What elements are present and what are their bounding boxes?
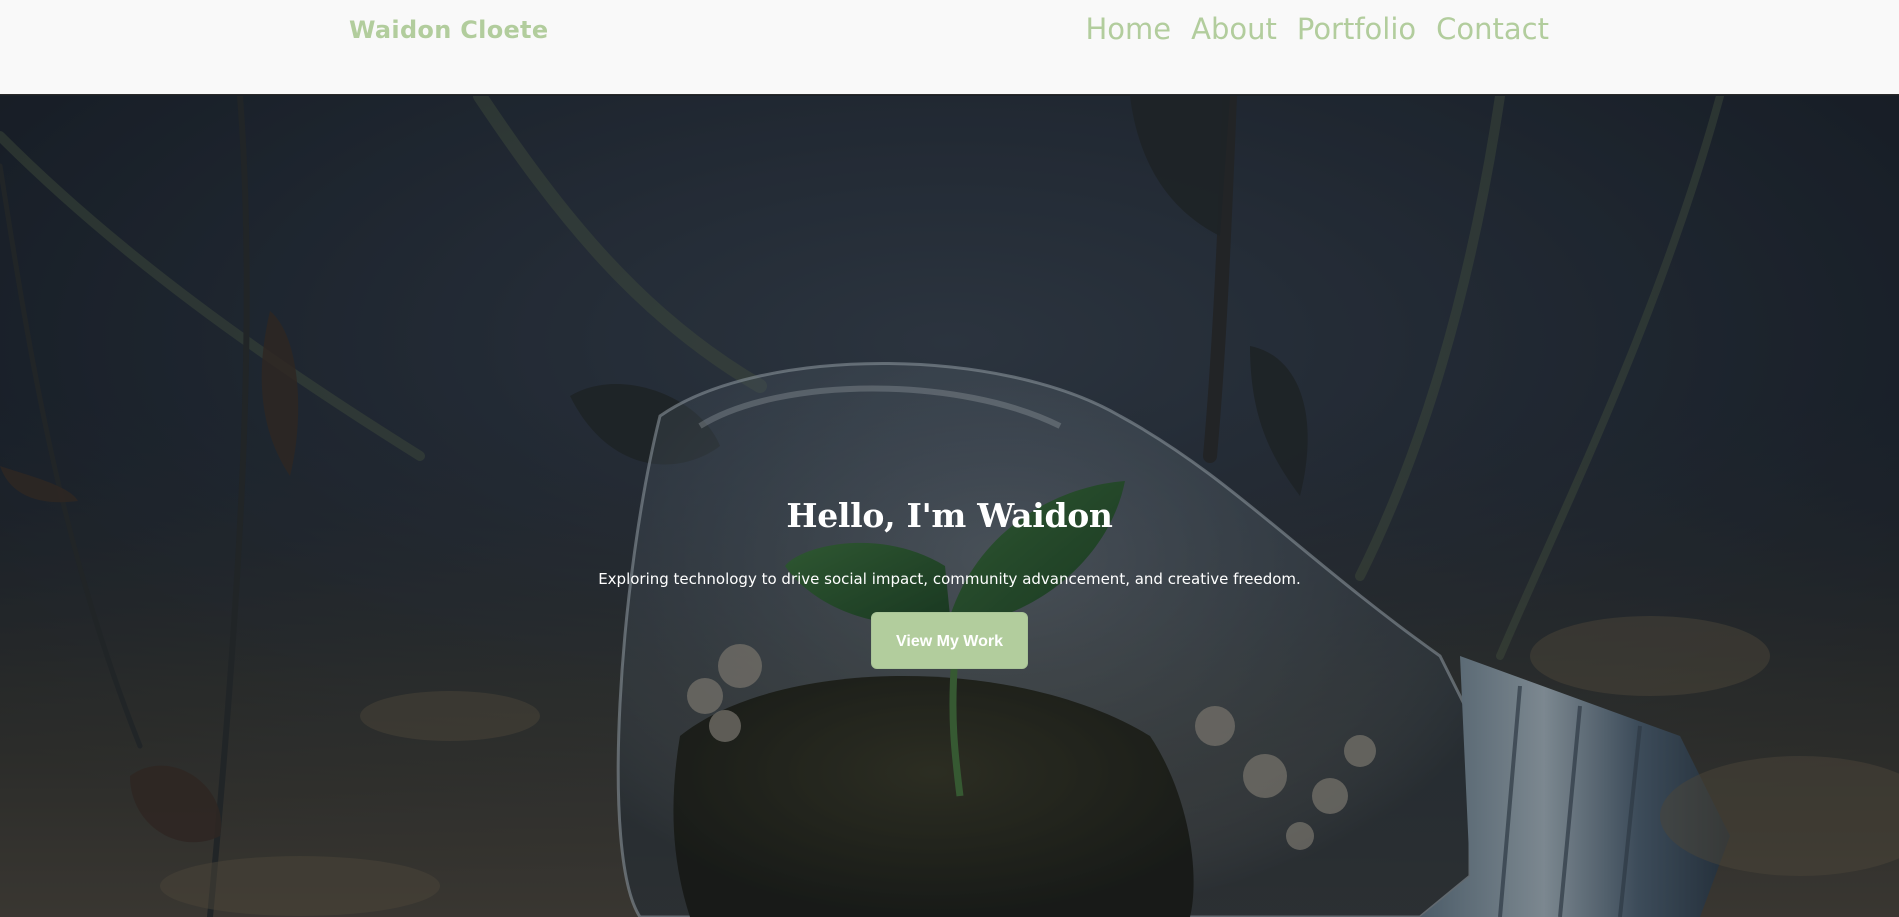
hero-title: Hello, I'm Waidon	[786, 496, 1113, 535]
brand-logo-link[interactable]: Waidon Cloete	[349, 16, 548, 44]
main-nav: Home About Portfolio Contact	[1085, 12, 1549, 46]
hero-section: Hello, I'm Waidon Exploring technology t…	[0, 96, 1899, 917]
nav-link-about[interactable]: About	[1191, 12, 1277, 46]
view-my-work-button[interactable]: View My Work	[871, 612, 1028, 669]
site-header: Waidon Cloete Home About Portfolio Conta…	[0, 0, 1899, 95]
nav-link-portfolio[interactable]: Portfolio	[1297, 12, 1416, 46]
nav-link-home[interactable]: Home	[1085, 12, 1171, 46]
nav-link-contact[interactable]: Contact	[1436, 12, 1549, 46]
hero-subtitle: Exploring technology to drive social imp…	[598, 570, 1301, 588]
hero-content: Hello, I'm Waidon Exploring technology t…	[0, 496, 1899, 669]
